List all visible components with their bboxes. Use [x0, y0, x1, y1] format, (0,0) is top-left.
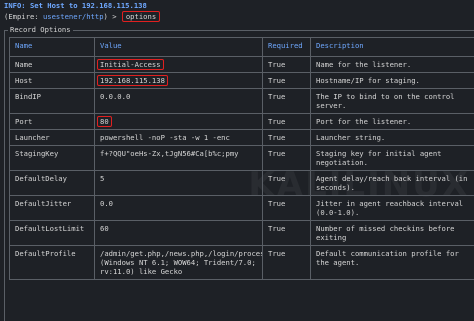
option-required: True	[263, 130, 311, 146]
column-header-value: Value	[95, 38, 263, 57]
option-required: True	[263, 114, 311, 130]
option-value: 5	[95, 171, 263, 196]
option-value: f+?QQU"oeHs-Zx,tJgN56#Ca[b%c;pmy	[95, 146, 263, 171]
option-required: True	[263, 171, 311, 196]
option-required: True	[263, 146, 311, 171]
option-required: True	[263, 221, 311, 246]
option-description: The IP to bind to on the control server.	[311, 89, 474, 114]
table-row: StagingKey f+?QQU"oeHs-Zx,tJgN56#Ca[b%c;…	[10, 146, 474, 171]
option-description: Default communication profile for the ag…	[311, 246, 474, 280]
table-row: DefaultLostLimit 60 True Number of misse…	[10, 221, 474, 246]
option-description: Name for the listener.	[311, 57, 474, 73]
option-name: BindIP	[10, 89, 95, 114]
option-value: 80	[95, 114, 263, 130]
option-name: DefaultJitter	[10, 196, 95, 221]
option-description: Number of missed checkins before exiting	[311, 221, 474, 246]
command-prompt[interactable]: (Empire: usestener/http) > options	[4, 11, 160, 22]
option-description: Port for the listener.	[311, 114, 474, 130]
highlighted-value: 80	[97, 116, 112, 127]
info-message: INFO: Set Host to 192.168.115.138	[4, 1, 147, 10]
table-header-row: Name Value Required Description	[10, 38, 474, 57]
option-name: DefaultDelay	[10, 171, 95, 196]
table-row: DefaultProfile /admin/get.php,/news.php,…	[10, 246, 474, 280]
column-header-description: Description	[311, 38, 474, 57]
command-input[interactable]: options	[122, 11, 160, 22]
option-description: Jitter in agent reachback interval (0.0-…	[311, 196, 474, 221]
option-description: Staging key for initial agent negotiatio…	[311, 146, 474, 171]
prompt-suffix: ) >	[104, 12, 121, 21]
option-value: 60	[95, 221, 263, 246]
table-row: Launcher powershell -noP -sta -w 1 -enc …	[10, 130, 474, 146]
option-description: Agent delay/reach back interval (in seco…	[311, 171, 474, 196]
option-name: StagingKey	[10, 146, 95, 171]
option-name: Port	[10, 114, 95, 130]
highlighted-value: Initial-Access	[97, 59, 164, 70]
option-value: Initial-Access	[95, 57, 263, 73]
highlighted-value: 192.168.115.138	[97, 75, 168, 86]
option-required: True	[263, 196, 311, 221]
options-table: Name Value Required Description Name Ini…	[9, 37, 474, 280]
prompt-prefix: (Empire:	[4, 12, 43, 21]
option-required: True	[263, 57, 311, 73]
table-row: Port 80 True Port for the listener.	[10, 114, 474, 130]
prompt-module: usestener/http	[43, 12, 104, 21]
option-value: 0.0	[95, 196, 263, 221]
option-required: True	[263, 246, 311, 280]
option-name: Launcher	[10, 130, 95, 146]
option-value: /admin/get.php,/news.php,/login/process.…	[95, 246, 263, 280]
column-header-required: Required	[263, 38, 311, 57]
option-name: DefaultProfile	[10, 246, 95, 280]
option-name: DefaultLostLimit	[10, 221, 95, 246]
option-name: Name	[10, 57, 95, 73]
table-row: BindIP 0.0.0.0 True The IP to bind to on…	[10, 89, 474, 114]
option-value: 192.168.115.138	[95, 73, 263, 89]
option-description: Launcher string.	[311, 130, 474, 146]
table-row: DefaultJitter 0.0 True Jitter in agent r…	[10, 196, 474, 221]
option-required: True	[263, 89, 311, 114]
option-description: Hostname/IP for staging.	[311, 73, 474, 89]
column-header-name: Name	[10, 38, 95, 57]
table-row: Host 192.168.115.138 True Hostname/IP fo…	[10, 73, 474, 89]
option-value: 0.0.0.0	[95, 89, 263, 114]
option-required: True	[263, 73, 311, 89]
option-name: Host	[10, 73, 95, 89]
table-row: Name Initial-Access True Name for the li…	[10, 57, 474, 73]
group-title: Record Options	[8, 25, 73, 34]
table-row: DefaultDelay 5 True Agent delay/reach ba…	[10, 171, 474, 196]
option-value: powershell -noP -sta -w 1 -enc	[95, 130, 263, 146]
